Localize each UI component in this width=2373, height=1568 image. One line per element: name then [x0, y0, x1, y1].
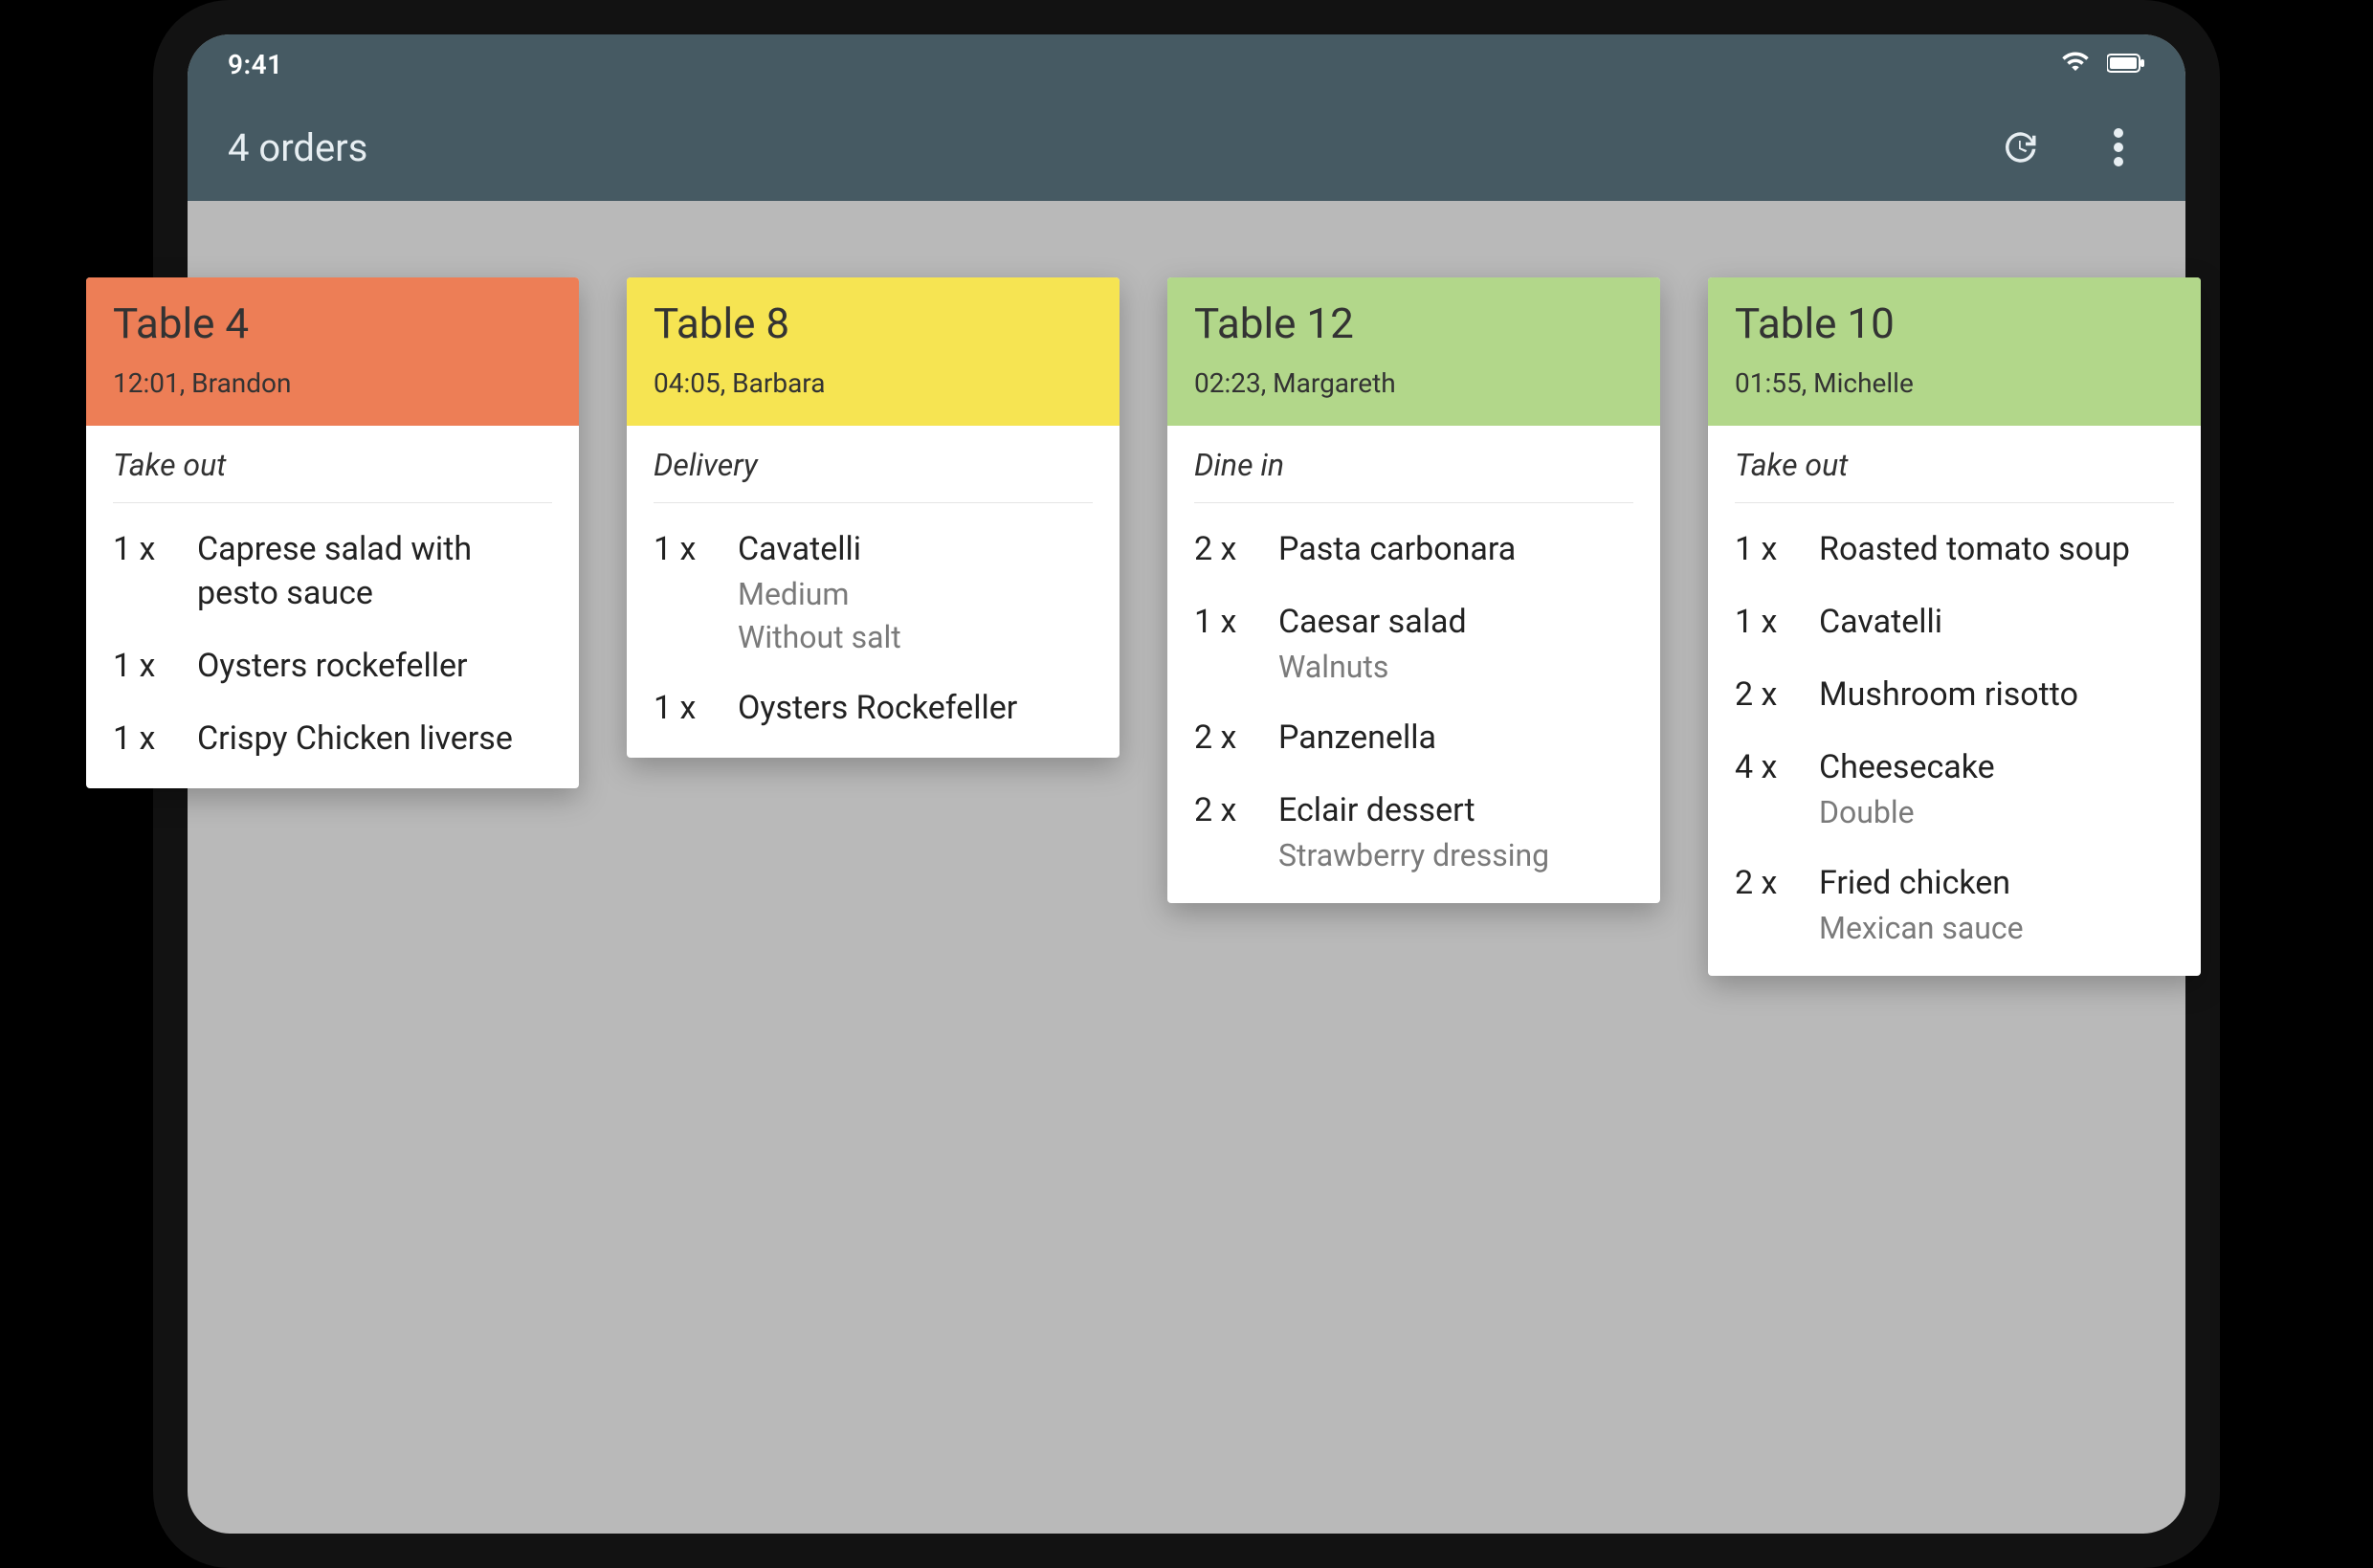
order-type: Dine in	[1194, 447, 1633, 503]
item-name: Roasted tomato soup	[1819, 528, 2130, 572]
item-qty: 1 x	[113, 718, 188, 762]
item-qty: 2 x	[1735, 862, 1809, 906]
item-name: Pasta carbonara	[1278, 528, 1516, 572]
order-title: Table 8	[654, 298, 1093, 348]
item-modifier: Without salt	[738, 617, 901, 658]
order-item: 4 xCheesecakeDouble	[1735, 746, 2174, 833]
order-item: 2 xFried chickenMexican sauce	[1735, 862, 2174, 949]
item-qty: 1 x	[1735, 528, 1809, 572]
item-name: Oysters Rockefeller	[738, 687, 1017, 731]
order-card-body: Dine in2 xPasta carbonara1 xCaesar salad…	[1167, 426, 1660, 903]
order-title: Table 10	[1735, 298, 2174, 348]
item-modifier: Mexican sauce	[1819, 908, 2024, 949]
order-item: 1 xOysters rockefeller	[113, 645, 552, 689]
order-item: 2 xPasta carbonara	[1194, 528, 1633, 572]
battery-icon	[2107, 49, 2145, 80]
order-item: 1 xOysters Rockefeller	[654, 687, 1093, 731]
order-meta: 01:55, Michelle	[1735, 367, 2174, 399]
order-item: 1 xCavatelliMediumWithout salt	[654, 528, 1093, 658]
order-card-body: Take out1 xRoasted tomato soup1 xCavatel…	[1708, 426, 2201, 976]
order-items: 1 xCaprese salad with pesto sauce1 xOyst…	[113, 528, 552, 762]
item-modifier: Walnuts	[1278, 647, 1467, 688]
item-qty: 2 x	[1194, 528, 1269, 572]
order-items: 2 xPasta carbonara1 xCaesar saladWalnuts…	[1194, 528, 1633, 876]
item-qty: 1 x	[113, 645, 188, 689]
order-items: 1 xRoasted tomato soup1 xCavatelli2 xMus…	[1735, 528, 2174, 949]
app-bar: 4 orders	[188, 94, 2185, 201]
item-name: Eclair dessert	[1278, 789, 1549, 833]
more-vert-icon[interactable]	[2092, 121, 2145, 174]
history-icon[interactable]	[1992, 121, 2046, 174]
order-item: 1 xCaprese salad with pesto sauce	[113, 528, 552, 616]
order-card[interactable]: Table 10 01:55, Michelle Take out 1 xRoaste…	[1708, 277, 2201, 976]
order-title: Table 12	[1194, 298, 1633, 348]
item-qty: 2 x	[1735, 674, 1809, 718]
order-item: 1 xRoasted tomato soup	[1735, 528, 2174, 572]
appbar-title: 4 orders	[228, 125, 367, 170]
order-card-body: Delivery1 xCavatelliMediumWithout salt1 …	[627, 426, 1120, 758]
item-qty: 1 x	[1194, 601, 1269, 645]
order-meta: 12:01, Brandon	[113, 367, 552, 399]
order-item: 1 xCrispy Chicken liverse	[113, 718, 552, 762]
order-type: Delivery	[654, 447, 1093, 503]
item-name: Caesar salad	[1278, 601, 1467, 645]
status-icons	[2061, 47, 2145, 82]
order-items: 1 xCavatelliMediumWithout salt1 xOysters…	[654, 528, 1093, 731]
status-bar: 9:41	[188, 34, 2185, 94]
item-qty: 2 x	[1194, 717, 1269, 761]
item-name: Mushroom risotto	[1819, 674, 2078, 718]
order-title: Table 4	[113, 298, 552, 348]
orders-board: Table 412:01, BrandonTake out1 xCaprese …	[0, 277, 2373, 976]
order-item: 2 xEclair dessertStrawberry dressing	[1194, 789, 1633, 876]
order-card[interactable]: Table 804:05, BarbaraDelivery1 xCavatell…	[627, 277, 1120, 758]
order-card[interactable]: Table 412:01, BrandonTake out1 xCaprese …	[86, 277, 579, 788]
order-type: Take out	[1735, 447, 2174, 503]
order-item: 2 xPanzenella	[1194, 717, 1633, 761]
order-item: 1 xCaesar saladWalnuts	[1194, 601, 1633, 688]
item-qty: 4 x	[1735, 746, 1809, 790]
order-meta: 04:05, Barbara	[654, 367, 1093, 399]
item-name: Cavatelli	[1819, 601, 1942, 645]
status-time: 9:41	[228, 49, 283, 80]
order-card-header: Table 10 01:55, Michelle	[1708, 277, 2201, 426]
order-card-body: Take out1 xCaprese salad with pesto sauc…	[86, 426, 579, 788]
item-name: Caprese salad with pesto sauce	[197, 528, 552, 616]
order-item: 2 xMushroom risotto	[1735, 674, 2174, 718]
order-card-header: Table 4 12:01, Brandon	[86, 277, 579, 426]
item-name: Cheesecake	[1819, 746, 1995, 790]
item-modifier: Strawberry dressing	[1278, 835, 1549, 876]
order-meta: 02:23, Margareth	[1194, 367, 1633, 399]
order-card-header: Table 12 02:23, Margareth	[1167, 277, 1660, 426]
item-qty: 1 x	[654, 528, 728, 572]
item-name: Oysters rockefeller	[197, 645, 468, 689]
item-qty: 1 x	[1735, 601, 1809, 645]
item-modifier: Double	[1819, 792, 1995, 833]
item-name: Panzenella	[1278, 717, 1436, 761]
order-card-header: Table 8 04:05, Barbara	[627, 277, 1120, 426]
order-item: 1 xCavatelli	[1735, 601, 2174, 645]
item-modifier: Medium	[738, 574, 901, 615]
item-name: Cavatelli	[738, 528, 901, 572]
order-type: Take out	[113, 447, 552, 503]
item-name: Fried chicken	[1819, 862, 2024, 906]
item-qty: 2 x	[1194, 789, 1269, 833]
item-qty: 1 x	[654, 687, 728, 731]
wifi-icon	[2061, 47, 2090, 82]
item-qty: 1 x	[113, 528, 188, 572]
order-card[interactable]: Table 1202:23, MargarethDine in2 xPasta …	[1167, 277, 1660, 903]
item-name: Crispy Chicken liverse	[197, 718, 513, 762]
